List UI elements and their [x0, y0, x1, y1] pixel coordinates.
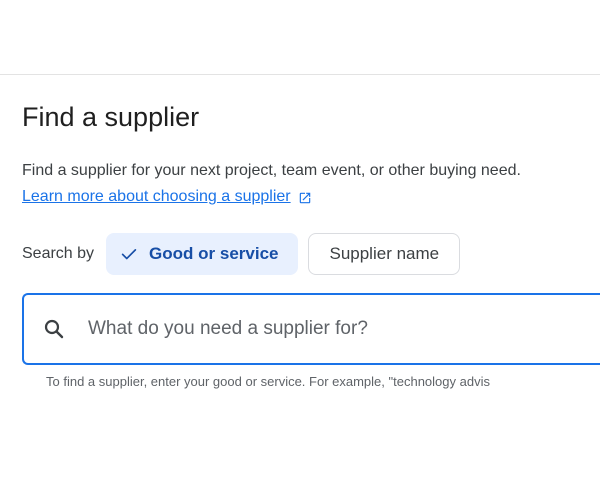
supplier-search-input[interactable]	[88, 318, 588, 340]
search-by-group: Search by Good or service Supplier name	[22, 233, 461, 275]
good-or-service-chip-label: Good or service	[149, 244, 279, 263]
supplier-name-chip-label: Supplier name	[329, 244, 440, 263]
good-or-service-chip[interactable]: Good or service	[106, 233, 299, 275]
page-description: Find a supplier for your next project, t…	[22, 162, 521, 179]
learn-more-link[interactable]: Learn more about choosing a supplier	[22, 186, 312, 208]
search-icon	[44, 319, 64, 339]
supplier-search-box[interactable]	[22, 293, 600, 365]
check-icon	[121, 249, 137, 260]
supplier-name-chip[interactable]: Supplier name	[308, 233, 461, 275]
external-link-icon	[299, 192, 310, 204]
search-helper-text: To find a supplier, enter your good or s…	[46, 374, 490, 389]
top-divider	[0, 74, 600, 75]
learn-more-link-label: Learn more about choosing a supplier	[22, 188, 291, 205]
find-supplier-page: Find a supplier Find a supplier for your…	[0, 0, 600, 500]
page-title: Find a supplier	[22, 102, 200, 132]
search-by-label: Search by	[22, 245, 95, 262]
